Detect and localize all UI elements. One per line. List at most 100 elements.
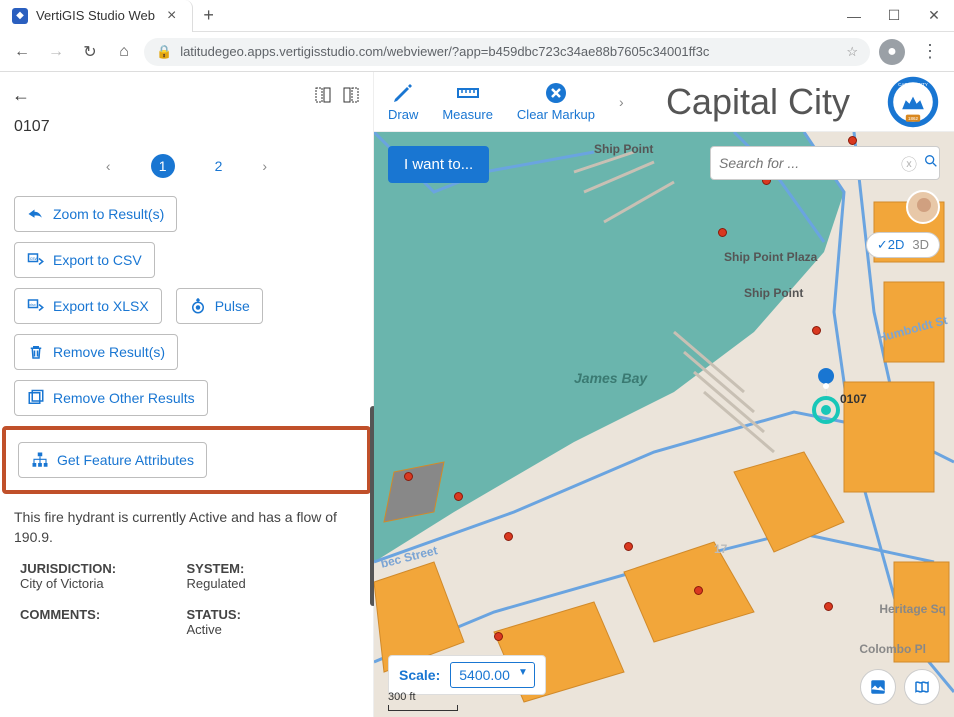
- csv-icon: csv: [27, 251, 45, 269]
- window-minimize-icon[interactable]: —: [834, 0, 874, 32]
- scale-control: Scale: 5400.00: [388, 655, 546, 695]
- map-search[interactable]: ⓧ: [710, 146, 940, 180]
- pager-page-1[interactable]: 1: [151, 154, 175, 178]
- toolbar-chevron-icon[interactable]: ›: [619, 94, 624, 110]
- remove-other-label: Remove Other Results: [53, 390, 195, 406]
- map-label: James Bay: [574, 370, 647, 386]
- search-icon[interactable]: [923, 153, 939, 174]
- hydrant-marker[interactable]: [504, 532, 513, 541]
- svg-text:1862: 1862: [908, 116, 919, 121]
- attr-label: SYSTEM:: [187, 561, 354, 576]
- nav-reload-icon[interactable]: ↻: [76, 38, 104, 66]
- pulse-button[interactable]: Pulse: [176, 288, 263, 324]
- new-tab-button[interactable]: +: [193, 5, 224, 26]
- map-search-input[interactable]: [719, 155, 901, 171]
- attr-value: Regulated: [187, 576, 354, 591]
- panel-layout-icon-1[interactable]: [313, 85, 333, 105]
- city-title: Capital City: [666, 81, 850, 123]
- legend-button[interactable]: [904, 669, 940, 705]
- window-close-icon[interactable]: ✕: [914, 0, 954, 32]
- view-3d[interactable]: 3D: [912, 237, 929, 253]
- map-pane: Draw Measure Clear Markup › Capital City…: [374, 72, 954, 717]
- map-label: Ship Point: [594, 142, 653, 156]
- remove-other-icon: [27, 389, 45, 407]
- bookmark-icon[interactable]: ☆: [846, 44, 858, 60]
- hydrant-marker[interactable]: [718, 228, 727, 237]
- hydrant-marker[interactable]: [404, 472, 413, 481]
- zoom-to-result-button[interactable]: Zoom to Result(s): [14, 196, 177, 232]
- draw-label: Draw: [388, 107, 418, 122]
- hydrant-marker[interactable]: [824, 602, 833, 611]
- hydrant-marker[interactable]: [848, 136, 857, 145]
- pager-page-2[interactable]: 2: [215, 158, 223, 174]
- hydrant-marker[interactable]: [624, 542, 633, 551]
- view-toggle[interactable]: ✓2D 3D: [866, 232, 940, 258]
- measure-label: Measure: [442, 107, 493, 122]
- hierarchy-icon: [31, 451, 49, 469]
- map-label: Ship Point: [744, 286, 803, 300]
- remove-label: Remove Result(s): [53, 344, 165, 360]
- pager-prev-icon[interactable]: ‹: [106, 158, 111, 174]
- i-want-to-button[interactable]: I want to...: [388, 146, 489, 183]
- user-avatar[interactable]: [906, 190, 940, 224]
- clear-icon: [544, 81, 568, 105]
- map-toolbar: Draw Measure Clear Markup › Capital City…: [374, 72, 954, 132]
- pager-next-icon[interactable]: ›: [262, 158, 267, 174]
- view-2d[interactable]: ✓2D: [877, 237, 905, 253]
- attr-label: COMMENTS:: [20, 607, 187, 622]
- panel-layout-icon-2[interactable]: [341, 85, 361, 105]
- zoom-label: Zoom to Result(s): [53, 206, 164, 222]
- pulse-label: Pulse: [215, 298, 250, 314]
- map-label: Ship Point Plaza: [724, 250, 817, 264]
- map-feature-id: 0107: [840, 392, 867, 406]
- nav-forward-icon[interactable]: →: [42, 38, 70, 66]
- scalebar-text: 300 ft: [388, 691, 416, 703]
- hydrant-marker[interactable]: [454, 492, 463, 501]
- results-sidebar: ← 0107 ‹ 1 2 › Zoom to Result(s) csv Exp…: [0, 72, 374, 717]
- panel-back-icon[interactable]: ←: [12, 85, 30, 106]
- profile-button[interactable]: ●: [876, 36, 908, 68]
- url-field[interactable]: 🔒 latitudegeo.apps.vertigisstudio.com/we…: [144, 38, 870, 66]
- pencil-icon: [391, 81, 415, 105]
- export-xlsx-button[interactable]: xlsx Export to XLSX: [14, 288, 162, 324]
- pulse-icon: [189, 297, 207, 315]
- trash-icon: [27, 343, 45, 361]
- scale-select[interactable]: 5400.00: [450, 662, 535, 688]
- basemap-button[interactable]: [860, 669, 896, 705]
- clear-markup-tool[interactable]: Clear Markup: [517, 81, 595, 122]
- map-label: Heritage Sq: [879, 602, 946, 616]
- pager: ‹ 1 2 ›: [0, 146, 373, 196]
- city-logo: CAPITAL CITY 1862: [886, 75, 940, 129]
- attr-label: STATUS:: [187, 607, 354, 622]
- search-clear-icon[interactable]: ⓧ: [901, 151, 917, 175]
- attr-label: JURISDICTION:: [20, 561, 187, 576]
- get-feature-attributes-button[interactable]: Get Feature Attributes: [18, 442, 207, 478]
- csv-label: Export to CSV: [53, 252, 142, 268]
- result-title: 0107: [0, 118, 373, 146]
- tab-title: VertiGIS Studio Web: [36, 8, 155, 23]
- highlighted-action: Get Feature Attributes: [2, 426, 371, 494]
- remove-other-results-button[interactable]: Remove Other Results: [14, 380, 208, 416]
- map-canvas[interactable]: Ship Point Ship Point Plaza Ship Point J…: [374, 132, 954, 717]
- hydrant-marker[interactable]: [812, 326, 821, 335]
- menu-icon[interactable]: ⋮: [914, 36, 946, 68]
- remove-results-button[interactable]: Remove Result(s): [14, 334, 178, 370]
- map-label: 17: [714, 542, 727, 556]
- browser-tab[interactable]: ◆ VertiGIS Studio Web ×: [0, 0, 193, 32]
- xlsx-label: Export to XLSX: [53, 298, 149, 314]
- window-maximize-icon[interactable]: ☐: [874, 0, 914, 32]
- map-label: Colombo Pl: [859, 642, 926, 656]
- export-csv-button[interactable]: csv Export to CSV: [14, 242, 155, 278]
- hydrant-marker[interactable]: [494, 632, 503, 641]
- attr-value: Active: [187, 622, 354, 637]
- svg-text:csv: csv: [30, 256, 38, 261]
- hydrant-marker[interactable]: [694, 586, 703, 595]
- nav-home-icon[interactable]: ⌂: [110, 38, 138, 66]
- getattrs-label: Get Feature Attributes: [57, 452, 194, 468]
- tab-close-icon[interactable]: ×: [163, 7, 180, 25]
- ruler-icon: [456, 81, 480, 105]
- measure-tool[interactable]: Measure: [442, 81, 493, 122]
- attribute-grid: JURISDICTION: City of Victoria SYSTEM: R…: [0, 561, 373, 637]
- draw-tool[interactable]: Draw: [388, 81, 418, 122]
- nav-back-icon[interactable]: ←: [8, 38, 36, 66]
